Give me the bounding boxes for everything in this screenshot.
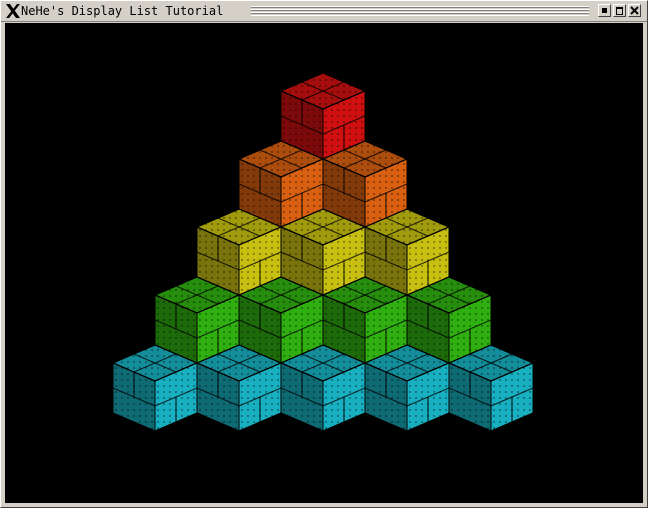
gl-viewport[interactable] <box>5 23 643 503</box>
title-bar-grip <box>251 6 589 16</box>
title-bar[interactable]: NeHe's Display List Tutorial <box>1 1 647 22</box>
minimize-button[interactable] <box>598 4 611 17</box>
cube <box>279 344 367 432</box>
close-icon <box>630 6 639 15</box>
close-button[interactable] <box>628 4 641 17</box>
cube-pyramid-scene <box>111 72 535 432</box>
window-title: NeHe's Display List Tutorial <box>21 4 224 18</box>
cube <box>447 344 535 432</box>
cube <box>111 344 199 432</box>
maximize-button[interactable] <box>613 4 626 17</box>
cube <box>195 344 283 432</box>
cube <box>363 344 451 432</box>
app-window: NeHe's Display List Tutorial <box>0 0 648 508</box>
x-window-logo-icon <box>6 4 20 18</box>
